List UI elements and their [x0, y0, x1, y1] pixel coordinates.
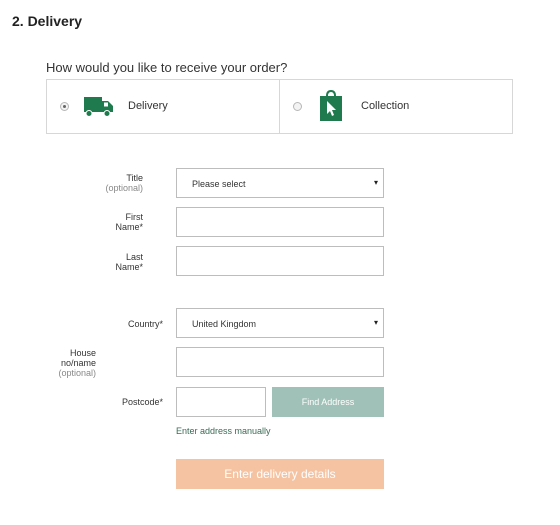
postcode-input[interactable] [176, 387, 266, 417]
country-select-value: United Kingdom [192, 319, 257, 329]
title-label-text: Title [126, 173, 143, 183]
title-select-value: Please select [192, 179, 246, 189]
find-address-button[interactable]: Find Address [272, 387, 384, 417]
delivery-radio[interactable] [60, 102, 69, 111]
shopping-bag-cursor-icon [319, 89, 343, 127]
house-label: House no/name (optional) [40, 348, 96, 378]
collection-radio[interactable] [293, 102, 302, 111]
truck-icon [84, 95, 114, 122]
chevron-down-icon: ▾ [373, 318, 378, 327]
chevron-down-icon: ▾ [373, 178, 378, 187]
receive-question: How would you like to receive your order… [46, 60, 288, 75]
title-select[interactable]: Please select ▾ [176, 168, 384, 198]
country-label: Country* [127, 319, 163, 329]
last-name-label-line1: Last [125, 252, 143, 262]
first-name-input[interactable] [176, 207, 384, 237]
section-title: 2. Delivery [12, 13, 83, 29]
receive-options: Delivery Collection [46, 79, 513, 134]
title-optional-note: (optional) [105, 183, 143, 193]
delivery-option[interactable]: Delivery [47, 80, 280, 133]
collection-option-label: Collection [361, 100, 410, 112]
last-name-label: Last Name* [70, 252, 143, 272]
enter-address-manually-link[interactable]: Enter address manually [176, 426, 271, 436]
delivery-option-label: Delivery [128, 100, 168, 112]
house-label-line1: House [69, 348, 96, 358]
collection-option[interactable]: Collection [280, 80, 512, 133]
title-label: Title (optional) [70, 173, 143, 193]
last-name-input[interactable] [176, 246, 384, 276]
house-optional-note: (optional) [58, 368, 96, 378]
postcode-label: Postcode* [121, 397, 163, 407]
last-name-label-line2: Name* [115, 262, 143, 272]
enter-delivery-details-button[interactable]: Enter delivery details [176, 459, 384, 489]
house-label-line2: no/name [60, 358, 96, 368]
first-name-label-line2: Name* [115, 222, 143, 232]
first-name-label: First Name* [70, 212, 143, 232]
house-input[interactable] [176, 347, 384, 377]
country-select[interactable]: United Kingdom ▾ [176, 308, 384, 338]
first-name-label-line1: First [125, 212, 144, 222]
